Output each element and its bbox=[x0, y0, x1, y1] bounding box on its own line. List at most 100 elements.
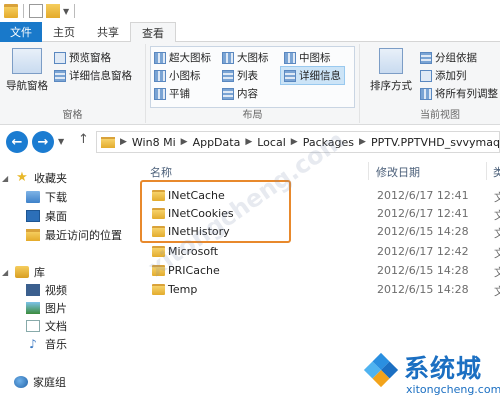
nav-homegroup[interactable]: 家庭组 bbox=[14, 374, 66, 390]
current-view-group: 排序方式 分组依据 添加列 将所有列调整 当前视图 bbox=[360, 44, 500, 123]
file-row[interactable]: Microsoft 2012/6/17 12:42 文 bbox=[140, 243, 500, 261]
layout-group: 超大图标 大图标 中图标 小图标 列表 详细信息 平铺 内容 布局 bbox=[146, 44, 360, 123]
download-icon bbox=[26, 191, 40, 203]
layout-large-icons[interactable]: 大图标 bbox=[222, 50, 269, 65]
column-header-modified[interactable]: 修改日期 bbox=[376, 164, 420, 180]
recent-locations-icon[interactable]: ▼ bbox=[58, 137, 64, 146]
nav-downloads[interactable]: 下载 bbox=[26, 189, 67, 205]
nav-pictures[interactable]: 图片 bbox=[26, 300, 67, 316]
sort-by-button[interactable]: 排序方式 bbox=[366, 48, 416, 93]
layout-medium-icons[interactable]: 中图标 bbox=[284, 50, 331, 65]
nav-label: 文档 bbox=[45, 320, 67, 333]
back-button[interactable]: ← bbox=[6, 131, 28, 153]
nav-libraries[interactable]: ◢ 库 bbox=[2, 264, 45, 280]
column-header-name[interactable]: 名称 bbox=[150, 164, 172, 180]
column-header-type[interactable]: 类型 bbox=[493, 164, 500, 180]
file-type: 文 bbox=[494, 227, 500, 240]
nav-pane-button[interactable]: 导航窗格 bbox=[4, 48, 50, 93]
nav-label: 库 bbox=[34, 266, 45, 279]
layout-item-label: 详细信息 bbox=[299, 70, 341, 82]
add-column-button[interactable]: 添加列 bbox=[420, 68, 467, 83]
current-view-group-label: 当前视图 bbox=[420, 110, 460, 121]
chevron-right-icon[interactable]: ▶ bbox=[179, 137, 190, 147]
address-bar[interactable]: ▶ Win8 Mi ▶ AppData ▶ Local ▶ Packages ▶… bbox=[96, 131, 500, 153]
ribbon-view-panel: 导航窗格 预览窗格 详细信息窗格 窗格 超大图标 大图标 中图标 小图标 列表 … bbox=[0, 42, 500, 125]
group-by-icon bbox=[420, 51, 432, 64]
up-arrow-icon[interactable]: ↑ bbox=[78, 132, 89, 147]
nav-label: 下载 bbox=[45, 191, 67, 204]
chevron-down-icon[interactable]: ▼ bbox=[63, 7, 69, 16]
file-modified: 2012/6/17 12:41 bbox=[377, 207, 469, 220]
layout-item-label: 大图标 bbox=[237, 52, 269, 64]
layout-details[interactable]: 详细信息 bbox=[280, 66, 345, 85]
panes-group: 导航窗格 预览窗格 详细信息窗格 窗格 bbox=[0, 44, 146, 123]
logo-text: 系统城 bbox=[404, 354, 483, 383]
nav-desktop[interactable]: 桌面 bbox=[26, 208, 67, 224]
address-segment[interactable]: Win8 Mi bbox=[129, 136, 179, 149]
navigation-pane: ◢ ★ 收藏夹 下载 桌面 最近访问的位置 ◢ 库 视频 图片 文档 ♪ 音乐 … bbox=[0, 158, 138, 405]
file-name: Temp bbox=[168, 283, 198, 296]
file-modified: 2012/6/15 14:28 bbox=[377, 264, 469, 277]
fit-columns-icon bbox=[420, 87, 432, 100]
logo-url: xitongcheng.com bbox=[406, 383, 500, 396]
logo-mark-icon bbox=[363, 352, 399, 388]
layout-list[interactable]: 列表 bbox=[222, 68, 258, 83]
tab-view[interactable]: 查看 bbox=[130, 22, 176, 43]
preview-pane-button[interactable]: 预览窗格 bbox=[54, 50, 111, 65]
fit-columns-button[interactable]: 将所有列调整 bbox=[420, 86, 498, 101]
details-icon bbox=[284, 69, 296, 82]
layout-group-label: 布局 bbox=[242, 110, 263, 121]
forward-button[interactable]: → bbox=[32, 131, 54, 153]
file-row[interactable]: PRICache 2012/6/15 14:28 文 bbox=[140, 262, 500, 280]
divider bbox=[74, 4, 76, 18]
chevron-right-icon[interactable]: ▶ bbox=[243, 137, 254, 147]
expand-icon[interactable]: ◢ bbox=[2, 268, 10, 277]
column-divider[interactable] bbox=[486, 162, 487, 180]
file-name: PRICache bbox=[168, 264, 220, 277]
forward-arrow-icon: → bbox=[37, 134, 49, 150]
chevron-right-icon[interactable]: ▶ bbox=[118, 137, 129, 147]
nav-documents[interactable]: 文档 bbox=[26, 318, 67, 334]
column-divider[interactable] bbox=[368, 162, 369, 180]
file-modified: 2012/6/15 14:28 bbox=[377, 283, 469, 296]
file-type: 文 bbox=[494, 266, 500, 279]
tab-file[interactable]: 文件 bbox=[0, 22, 42, 42]
properties-icon[interactable] bbox=[29, 4, 43, 18]
layout-content[interactable]: 内容 bbox=[222, 86, 258, 101]
address-segment[interactable]: AppData bbox=[190, 136, 244, 149]
details-pane-button[interactable]: 详细信息窗格 bbox=[54, 68, 132, 83]
layout-item-label: 平铺 bbox=[169, 88, 190, 100]
nav-recent-places[interactable]: 最近访问的位置 bbox=[26, 227, 122, 243]
nav-label: 音乐 bbox=[45, 338, 67, 351]
group-by-button[interactable]: 分组依据 bbox=[420, 50, 477, 65]
list-icon bbox=[222, 69, 234, 82]
chevron-right-icon[interactable]: ▶ bbox=[357, 137, 368, 147]
file-row[interactable]: Temp 2012/6/15 14:28 文 bbox=[140, 281, 500, 299]
new-folder-icon[interactable] bbox=[46, 4, 60, 18]
video-icon bbox=[26, 284, 40, 296]
tiles-icon bbox=[154, 87, 166, 100]
file-type: 文 bbox=[494, 209, 500, 222]
tab-share[interactable]: 共享 bbox=[86, 22, 130, 42]
add-column-icon bbox=[420, 69, 432, 82]
address-segment[interactable]: Packages bbox=[300, 136, 357, 149]
layout-tiles[interactable]: 平铺 bbox=[154, 86, 190, 101]
sort-icon bbox=[379, 48, 403, 74]
tab-home[interactable]: 主页 bbox=[42, 22, 86, 42]
preview-pane-icon bbox=[54, 51, 66, 64]
layout-small-icons[interactable]: 小图标 bbox=[154, 68, 201, 83]
nav-videos[interactable]: 视频 bbox=[26, 282, 67, 298]
expand-icon[interactable]: ◢ bbox=[2, 174, 10, 183]
file-modified: 2012/6/15 14:28 bbox=[377, 225, 469, 238]
nav-favorites[interactable]: ◢ ★ 收藏夹 bbox=[2, 170, 67, 186]
layout-extra-large-icons[interactable]: 超大图标 bbox=[154, 50, 211, 65]
medium-icons-icon bbox=[284, 51, 296, 64]
sort-by-label: 排序方式 bbox=[370, 80, 412, 92]
document-icon bbox=[26, 320, 40, 332]
chevron-right-icon[interactable]: ▶ bbox=[289, 137, 300, 147]
address-segment[interactable]: PPTV.PPTVHD_svvymaqd bbox=[368, 136, 499, 149]
ribbon-tabs: 文件 主页 共享 查看 bbox=[0, 22, 500, 43]
file-type: 文 bbox=[494, 247, 500, 260]
address-segment[interactable]: Local bbox=[254, 136, 289, 149]
nav-music[interactable]: ♪ 音乐 bbox=[26, 336, 67, 352]
